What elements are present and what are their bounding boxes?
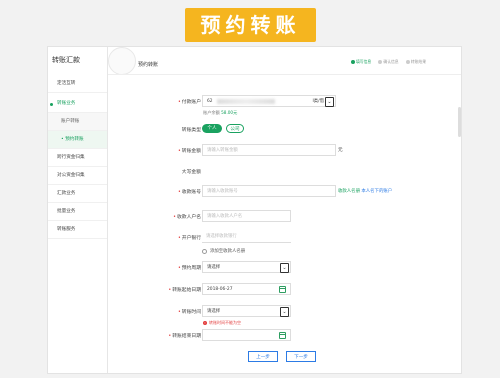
end-date-input[interactable] [202, 329, 291, 341]
account-type: I类/借 [312, 99, 324, 104]
time-select[interactable]: 请选择 ⌄ [202, 305, 291, 317]
step-3: 转账结果 [405, 59, 426, 65]
required-icon: • [177, 100, 181, 105]
type-personal-button[interactable]: 个人 [202, 124, 222, 133]
watermark-icon [108, 47, 136, 75]
step-indicator: 填写信息 确认信息 转账结果 [351, 59, 432, 65]
step-2: 确认信息 [378, 59, 399, 65]
chevron-down-icon: ⌄ [325, 97, 334, 107]
start-date-input[interactable]: 2018-06-27 [202, 283, 291, 295]
time-warning-text: 转账时间不能为空 [209, 320, 241, 325]
row-add-payee: 添加至收款人名册 [48, 247, 461, 261]
required-icon: • [168, 334, 172, 339]
sidebar-item-fixed-demand[interactable]: 定活互转 [48, 75, 107, 93]
bank-label: •开户银行 [178, 234, 201, 241]
time-label: •转账时间 [178, 308, 201, 315]
required-icon: • [177, 266, 181, 271]
step-3-icon [405, 60, 410, 64]
payee-list-link[interactable]: 收款人名册 [338, 189, 360, 194]
transfer-type-label: 转账类型 [181, 128, 201, 133]
end-date-label: •转账结束日期 [168, 332, 201, 339]
required-icon: • [177, 310, 181, 315]
bank-select[interactable]: 请选择收款银行 [202, 231, 291, 243]
row-bank: •开户银行 请选择收款银行 [48, 231, 461, 245]
row-account: •付款账户 62 I类/借 ⌄ [48, 95, 461, 109]
step-2-icon [378, 60, 383, 64]
time-label-text: 转账时间 [181, 310, 201, 315]
row-time: •转账时间 请选择 ⌄ [48, 305, 461, 319]
step-3-label: 转账结果 [410, 59, 426, 64]
chevron-down-icon: ⌄ [280, 307, 289, 317]
account-label: •付款账户 [178, 98, 201, 105]
cycle-select[interactable]: 请选择 ⌄ [202, 261, 291, 273]
step-1: 填写信息 [351, 59, 371, 65]
row-amount: •转账金额 请输入转账金额 元 [48, 144, 461, 158]
cycle-value: 请选择 [207, 265, 221, 270]
amount-label: •转账金额 [178, 147, 201, 154]
prev-button[interactable]: 上一步 [248, 351, 278, 362]
amount-input[interactable]: 请输入转账金额 [202, 144, 336, 156]
row-payee-name: •收款人户名 请输入收款人户名 [48, 210, 461, 224]
payee-account-input[interactable]: 请输入收款账号 [202, 185, 336, 197]
own-account-link[interactable]: 本人名下的账户 [361, 189, 392, 194]
calendar-icon[interactable] [279, 332, 286, 339]
divider [108, 74, 461, 75]
row-cycle: •预约周期 请选择 ⌄ [48, 261, 461, 275]
balance-note: 账户余额 58.00元 [203, 110, 237, 116]
payee-account-label: •收款账号 [178, 188, 201, 195]
payee-account-label-text: 收款账号 [181, 190, 201, 195]
row-capital: 大写金额 [48, 165, 461, 179]
chevron-down-icon: ⌄ [280, 263, 289, 273]
calendar-icon[interactable] [279, 286, 286, 293]
step-1-icon [351, 60, 355, 64]
required-icon: • [177, 236, 181, 241]
time-value: 请选择 [207, 309, 221, 314]
sidebar-title: 转账汇款 [52, 56, 80, 64]
step-2-label: 确认信息 [383, 59, 399, 64]
cycle-label: •预约周期 [178, 264, 201, 271]
masked-account [217, 99, 275, 104]
payee-name-input[interactable]: 请输入收款人户名 [202, 210, 291, 222]
add-payee-checkbox[interactable] [202, 249, 207, 254]
app-window: 转账汇款 定活互转 转账业务 账户转账 • 预约转账 跨行资金归集 对公资金归集… [47, 46, 462, 374]
capital-label: 大写金额 [181, 170, 201, 175]
page-banner: 预约转账 [185, 8, 316, 42]
step-1-label: 填写信息 [356, 59, 372, 64]
bank-label-text: 开户银行 [181, 236, 201, 241]
balance-note-text: 账户余额 [203, 110, 220, 115]
end-date-label-text: 转账结束日期 [172, 334, 201, 339]
start-date-label: •转账起始日期 [168, 286, 201, 293]
required-icon: • [177, 190, 181, 195]
required-icon: • [168, 288, 172, 293]
balance-value: 58.00元 [221, 110, 238, 115]
cycle-label-text: 预约周期 [181, 266, 201, 271]
account-prefix: 62 [207, 99, 213, 104]
required-icon: • [177, 149, 181, 154]
next-button[interactable]: 下一步 [286, 351, 316, 362]
row-payee-account: •收款账号 请输入收款账号 收款人名册 本人名下的账户 [48, 185, 461, 199]
start-date-value: 2018-06-27 [207, 287, 233, 292]
page-title: 预约转账 [138, 62, 159, 68]
row-start-date: •转账起始日期 2018-06-27 [48, 283, 461, 297]
amount-label-text: 转账金额 [181, 149, 201, 154]
add-payee-label: 添加至收款人名册 [210, 249, 246, 254]
amount-unit: 元 [338, 148, 343, 153]
account-label-text: 付款账户 [181, 100, 201, 105]
required-icon: • [173, 215, 176, 220]
payee-name-label-text: 收款人户名 [177, 215, 201, 220]
row-end-date: •转账结束日期 [48, 329, 461, 343]
payee-name-label: •收款人户名 [173, 213, 201, 220]
account-select[interactable]: 62 I类/借 ⌄ [202, 95, 336, 107]
row-transfer-type: 转账类型 个人 公司 [48, 124, 461, 138]
error-icon: ! [203, 321, 207, 325]
payee-links: 收款人名册 本人名下的账户 [338, 188, 392, 194]
time-warning: ! 转账时间不能为空 [203, 320, 241, 326]
type-company-button[interactable]: 公司 [226, 124, 244, 133]
start-date-label-text: 转账起始日期 [172, 288, 201, 293]
